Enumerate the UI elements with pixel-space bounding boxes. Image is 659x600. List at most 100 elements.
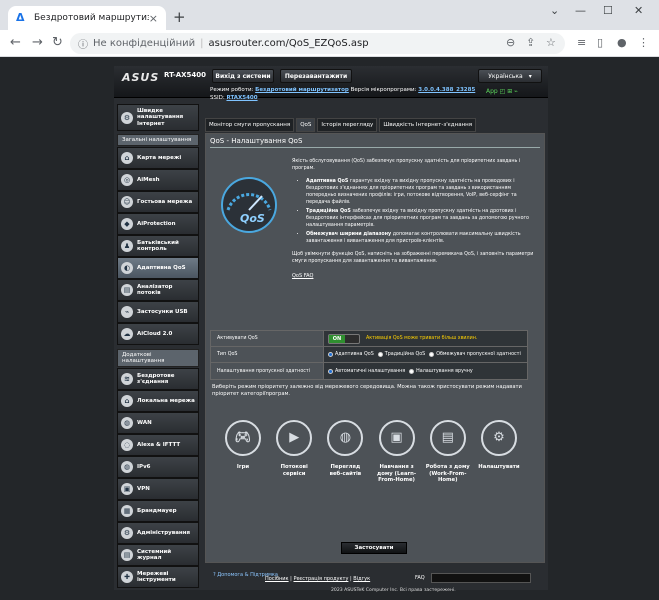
- sidebar-item-firewall[interactable]: ▦ Брандмауер: [117, 500, 199, 522]
- mode-label: Потокові сервіси: [280, 464, 308, 477]
- sidebar-item-qos[interactable]: ◐ Адаптивна QoS: [117, 257, 199, 279]
- radio-dot: [328, 368, 333, 374]
- reload-icon[interactable]: ↻: [52, 35, 63, 50]
- radio-adaptive-qos[interactable]: Адаптивна QoS: [328, 352, 374, 357]
- advanced-section-head: Додаткові налаштування: [117, 349, 199, 367]
- adaptive-qos-item: Адаптивна QoS гарантує вхідну та вихідну…: [306, 178, 536, 206]
- tab-title: Бездротовий маршрутизатор AS: [34, 13, 149, 23]
- chevron-down-icon: ▾: [528, 72, 532, 80]
- sidebar-item-parental[interactable]: ♟ Батьківський контроль: [117, 235, 199, 257]
- sidebar-item-usb[interactable]: ⌁ Застосунки USB: [117, 301, 199, 323]
- mode-customize[interactable]: ⚙ Налаштувати: [477, 420, 521, 484]
- radio-traditional-qos[interactable]: Традиційна QoS: [377, 352, 425, 357]
- new-tab-button[interactable]: +: [173, 8, 186, 26]
- status-icons[interactable]: App ◰ ⊞ ⌁: [486, 88, 518, 95]
- tab-search-icon[interactable]: ⌄: [550, 4, 559, 17]
- qos-toggle[interactable]: ON: [328, 333, 360, 344]
- maximize-icon[interactable]: ☐: [603, 4, 613, 17]
- forward-icon[interactable]: →: [32, 35, 43, 50]
- mode-work-from-home[interactable]: ▤ Робота з дому (Work-From-Home): [426, 420, 470, 484]
- feedback-link[interactable]: Відгук: [353, 576, 370, 582]
- menu-icon[interactable]: ⋮: [638, 36, 649, 49]
- mode-value[interactable]: Бездротовий маршрутизатор: [255, 87, 349, 93]
- sidebar-item-wireless[interactable]: ≋ Бездротове з'єднання: [117, 368, 199, 390]
- radio-dot: [409, 368, 415, 374]
- apply-button[interactable]: Застосувати: [341, 542, 407, 554]
- firewall-icon: ▦: [121, 505, 133, 517]
- sidebar-item-vpn[interactable]: ▣ VPN: [117, 478, 199, 500]
- guest-icon: ☺: [121, 196, 133, 208]
- minimize-icon[interactable]: —: [575, 4, 586, 17]
- qos-faq-link[interactable]: QoS FAQ: [292, 273, 313, 279]
- sidebar-item-tools[interactable]: ✚ Мережеві інструменти: [117, 566, 199, 588]
- sidebar-item-label: Мережеві інструменти: [137, 570, 176, 584]
- mode-learn-from-home[interactable]: ▣ Навчання з дому (Learn-From-Home): [375, 420, 419, 484]
- fw-value[interactable]: 3.0.0.4.388_23285: [418, 87, 475, 93]
- router-info: Режим роботи: Бездротовий маршрутизатор …: [210, 86, 475, 102]
- sidebar-item-traffic[interactable]: ▤ Аналізатор потоків: [117, 279, 199, 301]
- mode-gaming[interactable]: 🎮︎ Ігри: [221, 420, 265, 484]
- sidebar-item-guest[interactable]: ☺ Гостьова мережа: [117, 191, 199, 213]
- sidebar-item-syslog[interactable]: ▤ Системний журнал: [117, 544, 199, 566]
- router-app: ASUS RT-AX5400 Вихід з системи Перезаван…: [114, 66, 548, 593]
- radio-auto-bandwidth[interactable]: Автоматичні налаштування: [328, 368, 405, 374]
- profile-icon[interactable]: ●: [617, 36, 627, 49]
- bookmark-star-icon[interactable]: ☆: [546, 36, 556, 49]
- back-icon[interactable]: ←: [10, 35, 21, 50]
- app-label[interactable]: App: [486, 88, 498, 95]
- mode-streaming[interactable]: ▶ Потокові сервіси: [272, 420, 316, 484]
- priority-hint: Виберіть режим пріоритету залежно від ме…: [212, 384, 522, 397]
- qos-description: Якість обслуговування (QoS) забезпечує п…: [292, 158, 536, 280]
- sidebar-item-alexa[interactable]: ◌ Alexa & IFTTT: [117, 434, 199, 456]
- sidebar-item-quick[interactable]: ⚙ Швидке налаштування Інтернет: [117, 104, 199, 131]
- sidebar-item-network-map[interactable]: ⌂ Карта мережі: [117, 147, 199, 169]
- toggle-on-label: ON: [329, 334, 345, 343]
- reading-list-icon[interactable]: ≡: [577, 36, 586, 49]
- sidebar-item-label: Карта мережі: [137, 154, 182, 161]
- logout-button[interactable]: Вихід з системи: [212, 69, 274, 83]
- manual-link[interactable]: Посібник: [265, 576, 289, 582]
- sidebar-item-admin[interactable]: ⚙ Адміністрування: [117, 522, 199, 544]
- qos-icon: ◐: [121, 262, 133, 274]
- sidebar-item-aimesh[interactable]: ◎ AiMesh: [117, 169, 199, 191]
- sidebar-item-aiprotection[interactable]: ◆ AiProtection: [117, 213, 199, 235]
- sidebar-item-lan[interactable]: ⌂ Локальна мережа: [117, 390, 199, 412]
- tab-qos[interactable]: QoS: [296, 118, 316, 132]
- sidebar-item-ipv6[interactable]: ◍ IPv6: [117, 456, 199, 478]
- qos-settings-table: Активувати QoS ON Активація QoS може три…: [210, 330, 528, 380]
- radio-bandwidth-limiter[interactable]: Обмежувач пропускної здатності: [429, 352, 521, 357]
- faq-label: FAQ: [415, 575, 425, 581]
- share-icon[interactable]: ⇪: [526, 36, 535, 49]
- radio-label: Адаптивна QoS: [335, 352, 374, 357]
- sidebar-item-label: Аналізатор потоків: [137, 283, 173, 297]
- tab-web-history[interactable]: Історія перегляду: [317, 118, 378, 132]
- address-bar[interactable]: ⓘ Не конфіденційний | asusrouter.com/QoS…: [70, 33, 565, 54]
- sidebar-item-label: Застосунки USB: [137, 308, 188, 315]
- type-label: Тип QoS: [211, 347, 324, 362]
- qos-panel: QoS - Налаштування QoS QoS Якість обслуг…: [205, 133, 545, 563]
- alexa-icon: ◌: [121, 439, 133, 451]
- tab-speedtest[interactable]: Швидкість Інтернет-з'єднання: [379, 118, 477, 132]
- sidebar-item-aicloud[interactable]: ☁ AiCloud 2.0: [117, 323, 199, 345]
- wifi-icon: ≋: [121, 373, 133, 385]
- faq-search-input[interactable]: [431, 573, 531, 583]
- streaming-icon: ▶: [276, 420, 313, 456]
- mode-web-surfing[interactable]: ◍ Перегляд веб-сайтів: [323, 420, 367, 484]
- language-select[interactable]: Українська ▾: [478, 69, 542, 83]
- mode-label: Перегляд веб-сайтів: [329, 464, 362, 477]
- reboot-button[interactable]: Перезавантажити: [280, 69, 352, 83]
- tab-bandwidth-monitor[interactable]: Монітор смуги пропускання: [205, 118, 295, 132]
- sidebar-item-label: WAN: [137, 419, 152, 426]
- sidebar-item-wan[interactable]: ◍ WAN: [117, 412, 199, 434]
- mode-label: Навчання з дому (Learn-From-Home): [377, 464, 417, 483]
- radio-manual-bandwidth[interactable]: Налаштування вручну: [409, 368, 473, 374]
- sidebar-item-label: AiCloud 2.0: [137, 330, 173, 337]
- side-panel-icon[interactable]: ▯: [597, 36, 603, 49]
- zoom-icon[interactable]: ⊖: [506, 36, 515, 49]
- window-close-icon[interactable]: ✕: [634, 4, 643, 17]
- registration-link[interactable]: Реєстрація продукту: [293, 576, 348, 582]
- ssid-value[interactable]: RTAX5400: [226, 95, 257, 101]
- tab-close-icon[interactable]: ×: [149, 12, 158, 25]
- browser-tab[interactable]: Δ Бездротовий маршрутизатор AS ×: [8, 6, 166, 30]
- gamepad-icon: 🎮︎: [225, 420, 261, 456]
